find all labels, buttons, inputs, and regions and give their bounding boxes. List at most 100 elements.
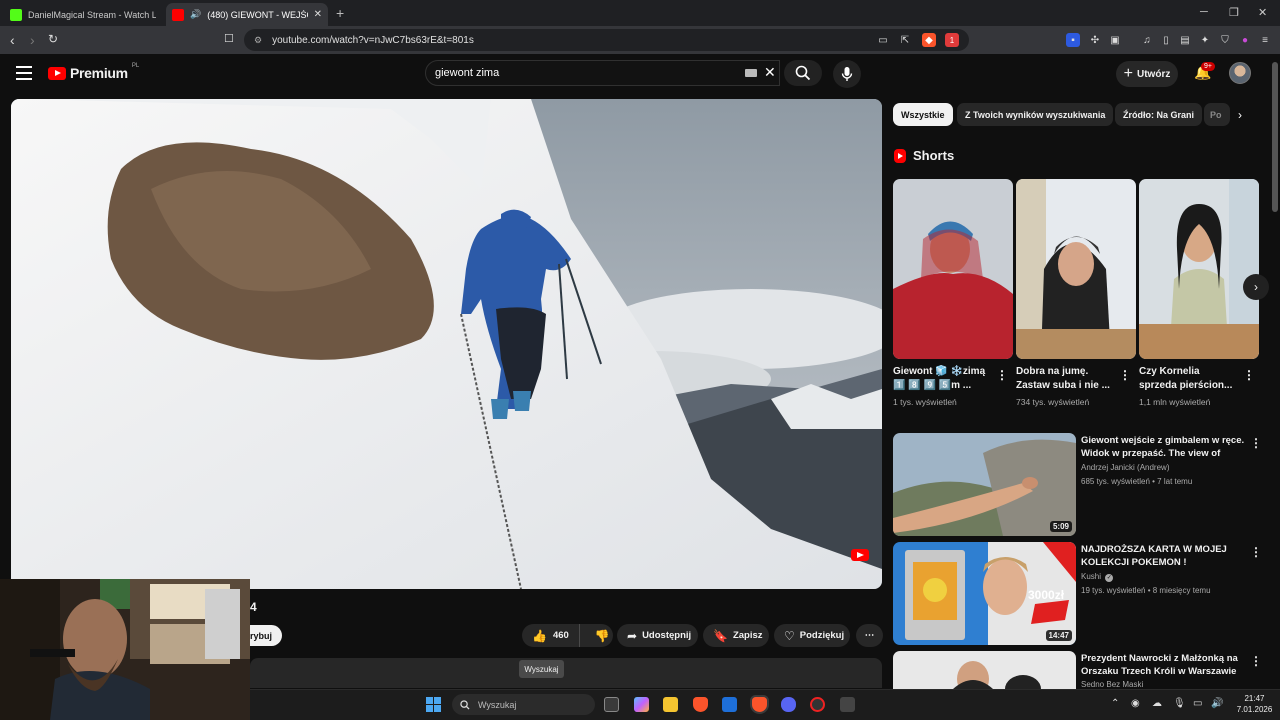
short-thumbnail[interactable] bbox=[1016, 179, 1136, 359]
avatar[interactable] bbox=[1229, 62, 1251, 84]
short-thumbnail[interactable] bbox=[1139, 179, 1259, 359]
browser-tab-youtube[interactable]: 🔊 (480) GIEWONT - WEJŚCIE ZIMĄ ✕ bbox=[166, 3, 328, 26]
extension-new-icon[interactable]: ▪ bbox=[1066, 33, 1080, 47]
like-button[interactable]: 👍 460 bbox=[522, 624, 580, 647]
share-button[interactable]: ➦ Udostępnij bbox=[617, 624, 698, 647]
chip-source[interactable]: Źródło: Na Grani bbox=[1115, 103, 1203, 126]
channel-row[interactable]: Kushi ✓ bbox=[1081, 572, 1114, 582]
video-meta: 685 tys. wyświetleń • 7 lat temu bbox=[1081, 477, 1193, 486]
brave-shields-icon[interactable]: ◆ bbox=[922, 33, 936, 47]
windows-start-icon[interactable] bbox=[426, 697, 441, 712]
tab-title: DanielMagical Stream - Watch Live on bbox=[28, 9, 156, 20]
channel-name[interactable]: Sedno Bez Maski bbox=[1081, 680, 1143, 689]
clear-search-icon[interactable]: ✕ bbox=[764, 64, 776, 81]
create-button[interactable]: + Utwórz bbox=[1116, 61, 1178, 87]
wallet-icon[interactable]: ▤ bbox=[1178, 33, 1192, 47]
hamburger-menu-icon[interactable] bbox=[16, 66, 32, 80]
channel-name[interactable]: Andrzej Janicki (Andrew) bbox=[1081, 463, 1169, 472]
app-icon[interactable] bbox=[840, 697, 855, 712]
vpn-icon[interactable]: ⛉ bbox=[1218, 33, 1232, 47]
browser-tab-kick[interactable]: DanielMagical Stream - Watch Live on bbox=[4, 3, 162, 26]
obs-icon[interactable] bbox=[810, 697, 825, 712]
restore-icon[interactable]: ❐ bbox=[1229, 6, 1239, 19]
video-thumbnail[interactable]: 3000zł 14:47 bbox=[893, 542, 1076, 645]
brave-browser-icon[interactable] bbox=[693, 697, 708, 712]
address-bar[interactable]: ⚙ youtube.com/watch?v=nJwC7bs63rE&t=801s bbox=[244, 29, 969, 51]
color-extension-icon[interactable]: ● bbox=[1238, 33, 1252, 47]
network-icon[interactable]: ▭ bbox=[1193, 698, 1202, 709]
chevron-right-icon[interactable]: › bbox=[1238, 108, 1242, 122]
short-title[interactable]: Dobra na jumę. Zastaw suba i nie ... bbox=[1016, 365, 1114, 393]
forward-icon[interactable]: › bbox=[30, 32, 35, 48]
more-vertical-icon[interactable]: ⋮ bbox=[1250, 545, 1262, 559]
taskbar-clock[interactable]: 21:47 7.01.2026 bbox=[1232, 693, 1277, 715]
tray-chevron-up-icon[interactable]: ⌃ bbox=[1111, 698, 1119, 709]
cast-icon[interactable]: ▭ bbox=[876, 33, 890, 47]
video-player[interactable] bbox=[11, 99, 882, 589]
brave-rewards-icon[interactable]: 1 bbox=[945, 33, 959, 47]
share-page-icon[interactable]: ⇱ bbox=[898, 33, 912, 47]
shorts-next-button[interactable]: › bbox=[1243, 274, 1269, 300]
search-input[interactable]: giewont zima bbox=[425, 60, 780, 86]
minimize-icon[interactable]: ─ bbox=[1200, 6, 1208, 18]
video-thumbnail[interactable]: 5:09 bbox=[893, 433, 1076, 536]
leo-icon[interactable]: ✦ bbox=[1198, 33, 1212, 47]
short-title[interactable]: Giewont 🧊 ❄️zimą 1️⃣ 8️⃣ 9️⃣ 5️⃣m ... bbox=[893, 365, 991, 393]
microphone-tray-icon[interactable]: 🎙 bbox=[1173, 698, 1186, 709]
youtube-logo[interactable]: Premium PL bbox=[48, 63, 139, 81]
site-info-icon[interactable]: ⚙ bbox=[254, 35, 262, 46]
task-view-icon[interactable] bbox=[604, 697, 619, 712]
copilot-icon[interactable] bbox=[634, 697, 649, 712]
chevron-right-icon: › bbox=[1254, 280, 1258, 294]
brave-active-icon[interactable] bbox=[752, 697, 767, 712]
speaker-icon: 🔊 bbox=[190, 9, 202, 19]
chip-all[interactable]: Wszystkie bbox=[893, 103, 953, 126]
notification-badge: 9+ bbox=[1201, 62, 1215, 71]
extension-image-icon[interactable]: ▣ bbox=[1108, 33, 1122, 47]
dislike-button[interactable]: 👎 bbox=[585, 629, 620, 643]
extension-puzzle-icon[interactable]: ✣ bbox=[1088, 33, 1102, 47]
tray-app-icon[interactable]: ◉ bbox=[1131, 698, 1140, 709]
chip-related[interactable]: Po bbox=[1204, 103, 1230, 126]
video-title[interactable]: Prezydent Nawrocki z Małżonką na Orszaku… bbox=[1081, 652, 1246, 678]
video-title[interactable]: Giewont wejście z gimbalem w ręce. Widok… bbox=[1081, 434, 1246, 460]
more-vertical-icon[interactable]: ⋮ bbox=[996, 368, 1008, 382]
more-vertical-icon[interactable]: ⋮ bbox=[1119, 368, 1131, 382]
save-button[interactable]: 🔖 Zapisz bbox=[703, 624, 769, 647]
more-vertical-icon[interactable]: ⋮ bbox=[1243, 368, 1255, 382]
browser-toolbar: ‹ › ↻ ☐ ⚙ youtube.com/watch?v=nJwC7bs63r… bbox=[0, 26, 1280, 54]
thumbnail-price-text: 3000zł bbox=[1028, 588, 1065, 602]
sidebar-icon[interactable]: ▯ bbox=[1159, 33, 1173, 47]
video-title[interactable]: NAJDROŻSZA KARTA W MOJEJ KOLEKCJI POKEMO… bbox=[1081, 543, 1246, 569]
discord-icon[interactable] bbox=[781, 697, 796, 712]
onedrive-icon[interactable]: ☁ bbox=[1152, 698, 1162, 709]
back-icon[interactable]: ‹ bbox=[10, 32, 15, 48]
more-vertical-icon[interactable]: ⋮ bbox=[1250, 654, 1262, 668]
short-title[interactable]: Czy Kornelia sprzeda pierścion... bbox=[1139, 365, 1237, 393]
microsoft-store-icon[interactable] bbox=[722, 697, 737, 712]
media-icon[interactable]: ♫ bbox=[1140, 33, 1154, 47]
voice-search-button[interactable] bbox=[833, 60, 861, 88]
taskbar-search-input[interactable]: Wyszukaj bbox=[452, 694, 595, 715]
description-box[interactable] bbox=[250, 658, 882, 688]
close-tab-icon[interactable]: ✕ bbox=[314, 9, 322, 20]
more-actions-button[interactable]: ⋯ bbox=[856, 624, 883, 647]
reload-icon[interactable]: ↻ bbox=[48, 32, 58, 46]
video-thumbnail[interactable] bbox=[893, 651, 1076, 689]
like-count: 460 bbox=[552, 630, 569, 641]
file-explorer-icon[interactable] bbox=[663, 697, 678, 712]
kick-favicon-icon bbox=[10, 8, 22, 21]
bookmark-icon[interactable]: ☐ bbox=[224, 32, 234, 45]
browser-menu-icon[interactable]: ≡ bbox=[1258, 33, 1272, 47]
thanks-button[interactable]: ♡ Podziękuj bbox=[774, 624, 850, 647]
new-tab-button[interactable]: + bbox=[336, 5, 344, 21]
search-button[interactable] bbox=[784, 60, 822, 86]
page-scrollbar[interactable] bbox=[1272, 62, 1278, 212]
short-thumbnail[interactable] bbox=[893, 179, 1013, 359]
close-window-icon[interactable]: ✕ bbox=[1258, 6, 1267, 19]
more-vertical-icon[interactable]: ⋮ bbox=[1250, 436, 1262, 450]
volume-icon[interactable]: 🔊 bbox=[1211, 698, 1223, 709]
search-icon bbox=[795, 65, 811, 81]
chip-from-search[interactable]: Z Twoich wyników wyszukiwania bbox=[957, 103, 1114, 126]
keyboard-icon[interactable] bbox=[745, 69, 757, 77]
